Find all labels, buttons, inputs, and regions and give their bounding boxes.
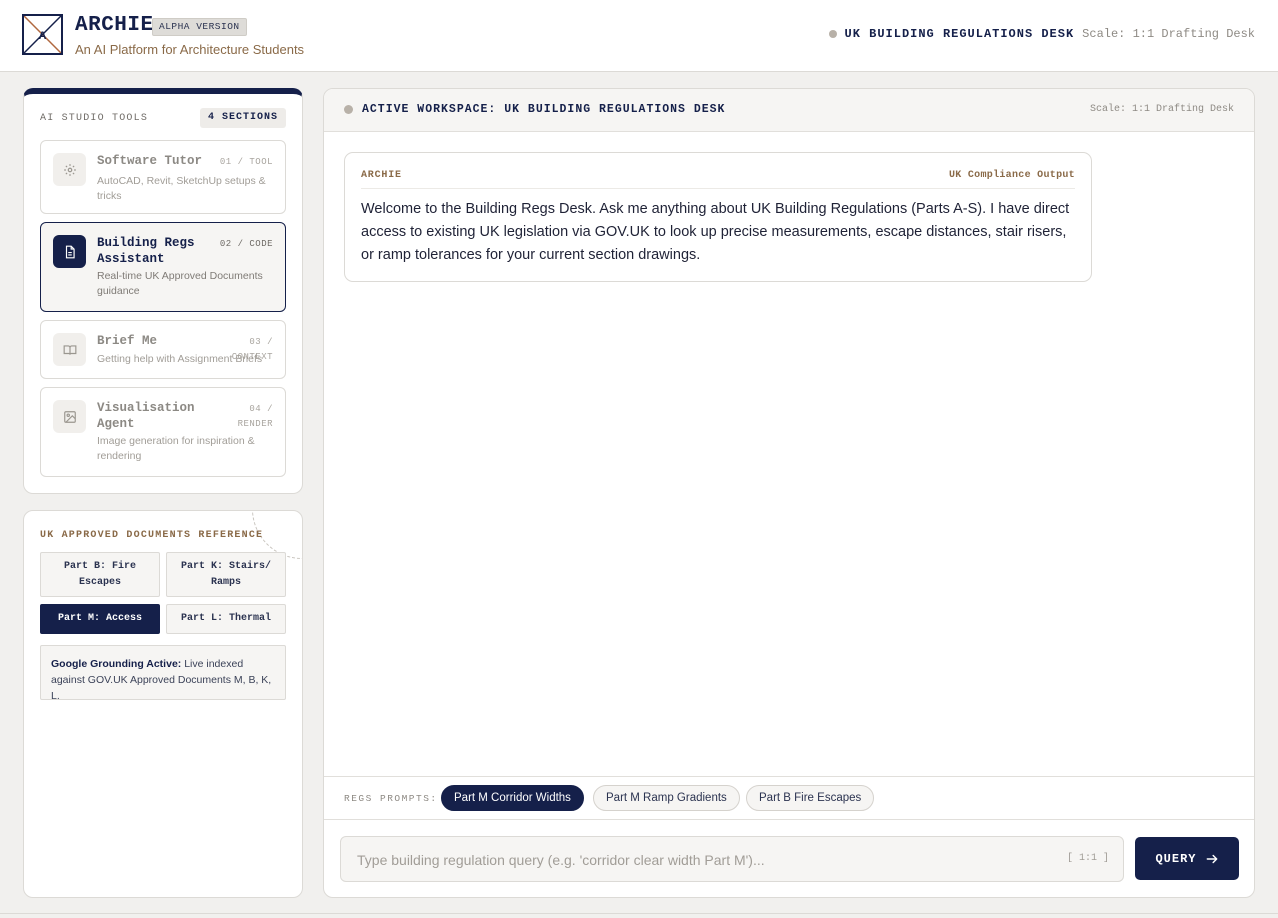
message-text: Welcome to the Building Regs Desk. Ask m… — [361, 201, 1070, 263]
grounding-label: Google Grounding Active: — [51, 658, 182, 670]
status-dot-icon — [828, 30, 837, 38]
grounding-status: Google Grounding Active: Live indexed ag… — [40, 645, 286, 702]
active-workspace-panel: ACTIVE WORKSPACE: UK BUILDING REGULATION… — [323, 88, 1255, 898]
desk-title: UK BUILDING REGULATIONS DESK — [844, 27, 1075, 41]
ai-studio-tools-panel: AI STUDIO TOOLS 4 SECTIONS Software Tuto… — [23, 88, 303, 494]
logo-letter: A — [39, 30, 47, 42]
brand-title: ARCHIE — [75, 14, 154, 37]
ref-part-k-button[interactable]: Part K: Stairs/ Ramps — [166, 552, 286, 597]
sections-badge: 4 SECTIONS — [199, 108, 286, 128]
approved-documents-reference-panel: UK APPROVED DOCUMENTS REFERENCE Part B: … — [23, 510, 303, 898]
query-input-box: [ 1:1 ] — [340, 836, 1124, 882]
query-button-label: QUERY — [1155, 851, 1197, 866]
tool-code: 01 / TOOL — [219, 157, 273, 167]
desk-scale: Scale: 1:1 Drafting Desk — [1082, 27, 1255, 41]
tool-description: Getting help with Assignment Briefs — [97, 353, 263, 365]
tool-software-tutor[interactable]: Software Tutor 01 / TOOL AutoCAD, Revit,… — [40, 140, 286, 214]
tools-heading: AI STUDIO TOOLS — [40, 113, 149, 124]
tool-description: Real-time UK Approved Documents guidance — [97, 270, 263, 297]
message-sender: ARCHIE — [361, 170, 402, 181]
tool-description: Image generation for inspiration & rende… — [97, 435, 255, 462]
image-icon — [53, 400, 86, 433]
workspace-header: ACTIVE WORKSPACE: UK BUILDING REGULATION… — [324, 89, 1254, 132]
desk-status: UK BUILDING REGULATIONS DESK Scale: 1:1 … — [828, 27, 1255, 41]
reference-heading: UK APPROVED DOCUMENTS REFERENCE — [40, 530, 264, 541]
prompt-chip-fire-escapes[interactable]: Part B Fire Escapes — [746, 785, 875, 811]
footer-divider — [0, 913, 1278, 914]
tool-brief-me[interactable]: Brief Me 03 / CONTEXT Getting help with … — [40, 320, 286, 379]
tool-name: Brief Me — [97, 334, 158, 348]
gear-icon — [53, 153, 86, 186]
brand-subtitle: An AI Platform for Architecture Students — [75, 42, 305, 57]
prompt-chip-ramp-gradients[interactable]: Part M Ramp Gradients — [593, 785, 740, 811]
book-icon — [53, 333, 86, 366]
archie-logo-icon: A — [22, 14, 63, 55]
message-tag: UK Compliance Output — [948, 170, 1075, 181]
document-icon — [53, 235, 86, 268]
regs-prompts-bar: REGS PROMPTS: Part M Corridor Widths Par… — [324, 776, 1254, 820]
alpha-version-badge: ALPHA VERSION — [152, 18, 247, 36]
ref-part-m-button[interactable]: Part M: Access — [40, 604, 160, 634]
app-header: A ARCHIE ALPHA VERSION An AI Platform fo… — [0, 0, 1278, 72]
workspace-status-dot-icon — [344, 105, 353, 114]
tool-name: Software Tutor — [97, 154, 203, 168]
arrow-right-icon — [1206, 854, 1217, 863]
ref-part-l-button[interactable]: Part L: Thermal — [166, 604, 286, 634]
tool-name: Building Regs Assistant — [97, 236, 195, 266]
query-input[interactable] — [357, 849, 1037, 871]
workspace-scale: Scale: 1:1 Drafting Desk — [1089, 104, 1234, 115]
input-scale: [ 1:1 ] — [1066, 853, 1109, 864]
assistant-message: ARCHIE UK Compliance Output Welcome to t… — [344, 152, 1092, 282]
tool-building-regs-assistant[interactable]: Building Regs Assistant 02 / CODE Real-t… — [40, 222, 286, 312]
tool-description: AutoCAD, Revit, SketchUp setups & tricks — [97, 175, 266, 202]
prompts-label: REGS PROMPTS: — [344, 793, 438, 804]
workspace-title: ACTIVE WORKSPACE: UK BUILDING REGULATION… — [362, 103, 726, 116]
tool-visualisation-agent[interactable]: Visualisation Agent 04 / RENDER Image ge… — [40, 387, 286, 477]
tool-name: Visualisation Agent — [97, 401, 195, 431]
query-button[interactable]: QUERY — [1135, 837, 1239, 880]
prompt-chip-corridor-widths[interactable]: Part M Corridor Widths — [441, 785, 584, 811]
message-divider — [361, 188, 1075, 189]
tool-code: 04 / RENDER — [237, 404, 273, 429]
ref-part-b-button[interactable]: Part B: Fire Escapes — [40, 552, 160, 597]
tool-code: 02 / CODE — [219, 239, 273, 249]
